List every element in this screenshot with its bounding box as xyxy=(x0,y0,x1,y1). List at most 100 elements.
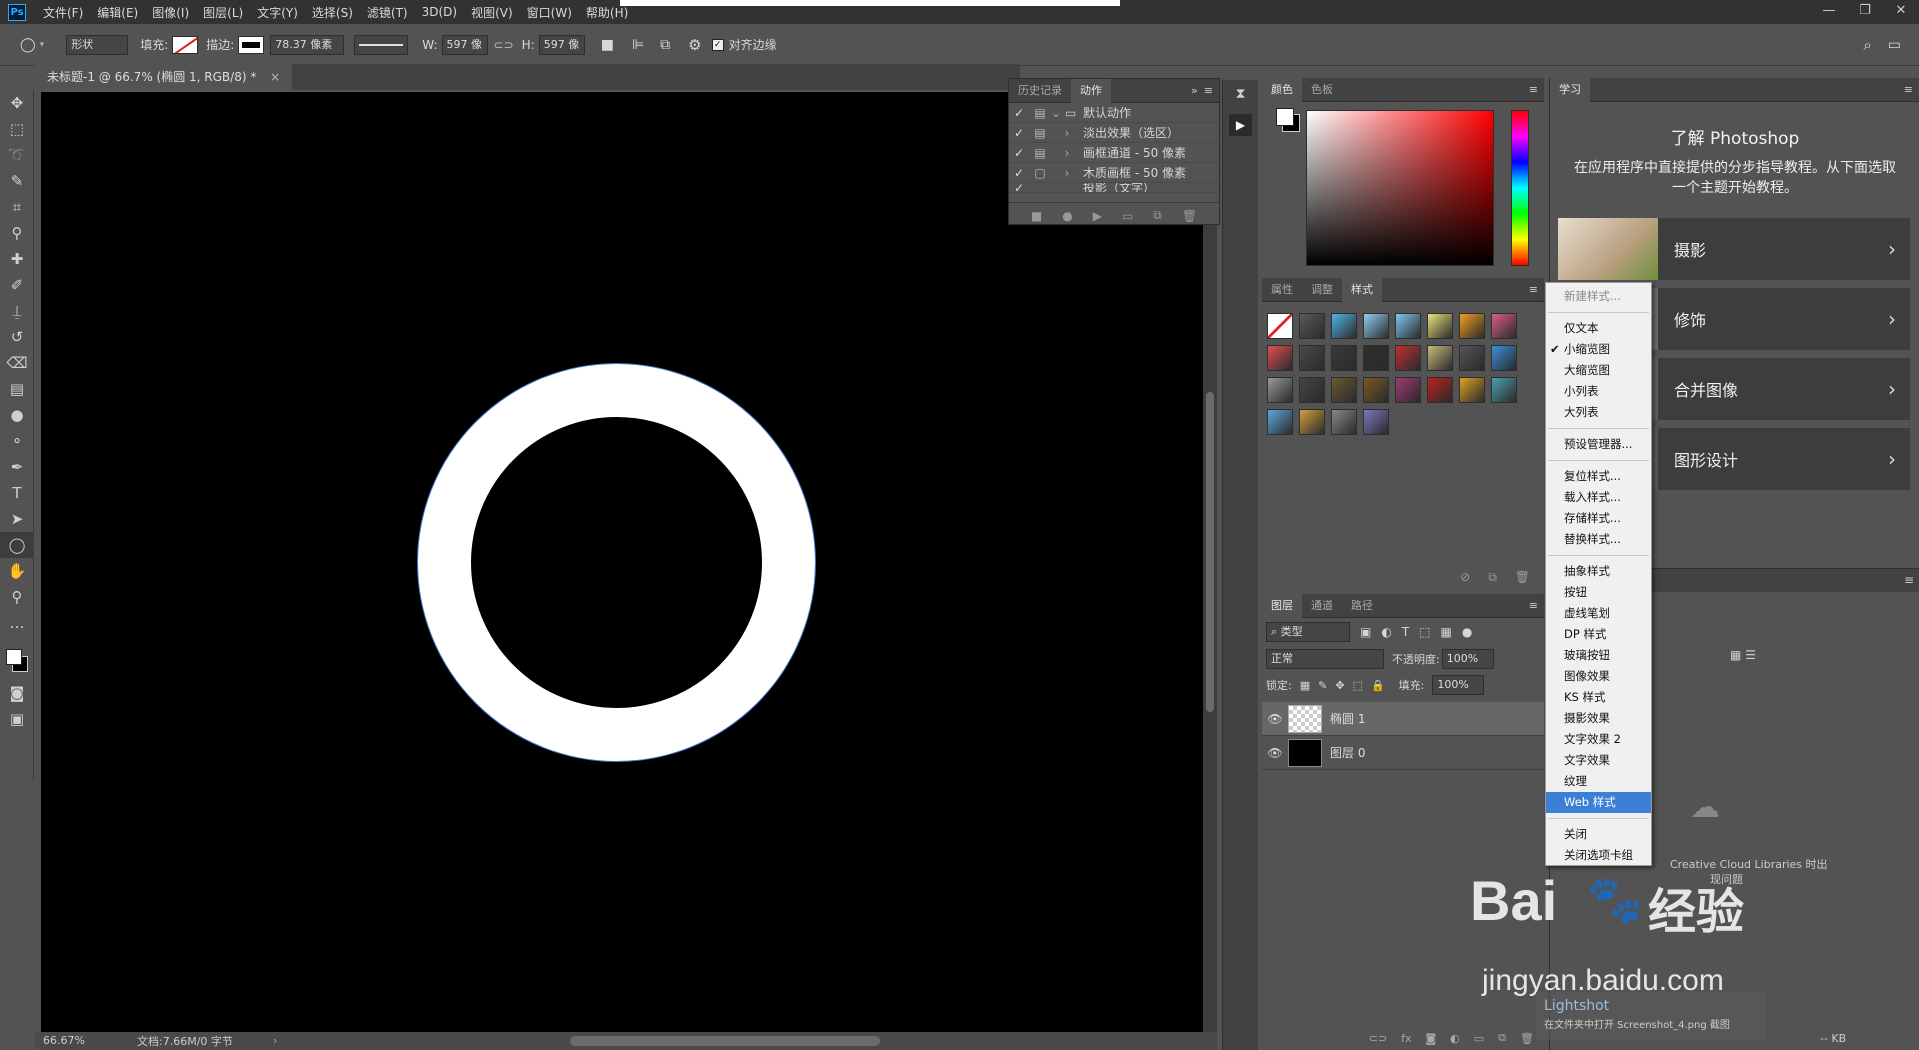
style-swatch[interactable] xyxy=(1296,406,1328,438)
new-layer-icon[interactable]: ⧉ xyxy=(1498,1031,1506,1045)
screen-mode-icon[interactable]: ▣ xyxy=(0,706,34,732)
style-swatch[interactable] xyxy=(1360,374,1392,406)
shape-mode-select[interactable]: 形状 xyxy=(66,34,129,55)
eyedropper-tool-icon[interactable]: ⚲ xyxy=(0,220,34,246)
dialog-toggle-icon[interactable]: ▤ xyxy=(1029,106,1051,120)
mask-icon[interactable]: ◙ xyxy=(1425,1032,1436,1045)
menu-item-preset-manager[interactable]: 预设管理器... xyxy=(1546,434,1651,455)
layer-thumbnail[interactable] xyxy=(1288,738,1322,767)
panel-menu-icon[interactable]: ≡ xyxy=(1904,83,1913,96)
menu-item-web-styles[interactable]: Web 样式 xyxy=(1546,792,1651,813)
menu-file[interactable]: 文件(F) xyxy=(36,4,90,21)
menu-item-text-only[interactable]: 仅文本 xyxy=(1546,318,1651,339)
restore-button[interactable]: ❐ xyxy=(1847,0,1883,24)
path-arrangement-icon[interactable]: ⧉ xyxy=(660,37,670,53)
menu-item-ks-styles[interactable]: KS 样式 xyxy=(1546,687,1651,708)
dialog-toggle-icon[interactable]: ▤ xyxy=(1029,126,1051,140)
chevron-right-icon[interactable]: › xyxy=(1051,126,1083,140)
layer-row[interactable]: 👁 图层 0 xyxy=(1262,736,1544,770)
lock-pixels-icon[interactable]: ✎ xyxy=(1318,679,1327,692)
group-icon[interactable]: ▭ xyxy=(1474,1032,1484,1045)
style-swatch[interactable] xyxy=(1424,342,1456,374)
stroke-type-select[interactable] xyxy=(354,34,409,55)
workspace-icon[interactable]: ▭ xyxy=(1888,37,1901,53)
move-tool-icon[interactable]: ✥ xyxy=(0,90,34,116)
tab-styles[interactable]: 样式 xyxy=(1342,277,1382,302)
stamp-tool-icon[interactable]: ⍊ xyxy=(0,298,34,324)
ellipse-ring-shape[interactable] xyxy=(418,364,815,761)
tab-learn[interactable]: 学习 xyxy=(1550,77,1590,102)
clear-style-icon[interactable]: ⊘ xyxy=(1460,570,1470,584)
dialog-toggle-icon[interactable]: ▤ xyxy=(1029,146,1051,160)
menu-item-close[interactable]: 关闭 xyxy=(1546,824,1651,845)
hue-slider[interactable] xyxy=(1511,110,1529,266)
trash-icon[interactable]: 🗑 xyxy=(1515,570,1530,584)
chevron-down-icon[interactable]: ▾ xyxy=(40,40,45,50)
menu-item-photographic-effects[interactable]: 摄影效果 xyxy=(1546,708,1651,729)
new-action-icon[interactable]: ⧉ xyxy=(1153,208,1162,223)
opacity-input[interactable]: 100% xyxy=(1441,649,1494,669)
type-tool-icon[interactable]: T xyxy=(0,480,34,506)
close-window-button[interactable]: ✕ xyxy=(1883,0,1919,24)
tab-paths[interactable]: 路径 xyxy=(1342,594,1382,618)
vertical-scrollbar[interactable] xyxy=(1203,92,1217,1032)
chevron-down-icon[interactable]: ⌄ xyxy=(1051,106,1065,120)
menu-item-new-style[interactable]: 新建样式... xyxy=(1546,286,1651,307)
style-swatch[interactable] xyxy=(1328,406,1360,438)
filter-adjust-icon[interactable]: ◐ xyxy=(1381,625,1391,639)
filter-toggle-icon[interactable]: ● xyxy=(1462,625,1472,639)
menu-item-save-styles[interactable]: 存储样式... xyxy=(1546,508,1651,529)
style-swatch[interactable] xyxy=(1328,342,1360,374)
marquee-tool-icon[interactable]: ⬚ xyxy=(0,116,34,142)
history-brush-icon[interactable]: ↺ xyxy=(0,324,34,350)
crop-tool-icon[interactable]: ⌗ xyxy=(0,194,34,220)
dodge-tool-icon[interactable]: ⚬ xyxy=(0,428,34,454)
panel-menu-icon[interactable]: ≡ xyxy=(1204,84,1213,97)
quick-mask-icon[interactable]: ◙ xyxy=(0,680,34,706)
layer-name[interactable]: 图层 0 xyxy=(1330,744,1365,761)
filter-smart-icon[interactable]: ▦ xyxy=(1441,625,1452,639)
ellipse-tool-icon[interactable]: ◯ xyxy=(0,532,34,558)
healing-brush-icon[interactable]: ✚ xyxy=(0,246,34,272)
history-panel-icon[interactable]: ⧗ xyxy=(1229,86,1252,108)
style-swatch[interactable] xyxy=(1360,406,1392,438)
foreground-color-swatch[interactable] xyxy=(6,649,22,665)
filter-type-icon[interactable]: T xyxy=(1402,625,1409,639)
menu-item-large-list[interactable]: 大列表 xyxy=(1546,402,1651,423)
action-row[interactable]: ✓ ▤ › 画框通道 - 50 像素 xyxy=(1009,143,1219,163)
menu-3d[interactable]: 3D(D) xyxy=(415,5,464,19)
dialog-toggle-icon[interactable]: ▢ xyxy=(1029,166,1051,180)
lock-artboard-icon[interactable]: ⬚ xyxy=(1353,679,1363,692)
menu-item-text-effects[interactable]: 文字效果 xyxy=(1546,750,1651,771)
style-swatch[interactable] xyxy=(1392,342,1424,374)
layer-kind-filter[interactable]: ⌕ 类型 xyxy=(1266,622,1350,642)
style-swatch[interactable] xyxy=(1488,310,1520,342)
menu-view[interactable]: 视图(V) xyxy=(464,4,520,21)
style-swatch[interactable] xyxy=(1264,310,1296,342)
menu-item-load-styles[interactable]: 载入样式... xyxy=(1546,487,1651,508)
stroke-width-input[interactable]: 78.37 像素 xyxy=(270,34,345,55)
search-icon[interactable]: ⌕ xyxy=(1863,36,1871,54)
menu-filter[interactable]: 滤镜(T) xyxy=(360,4,415,21)
align-edges-checkbox[interactable]: ✓ xyxy=(711,38,724,51)
eye-icon[interactable]: 👁 xyxy=(1262,746,1288,760)
width-input[interactable]: 597 像 xyxy=(441,34,488,55)
action-row[interactable]: ✓ ▢ › 木质画框 - 50 像素 xyxy=(1009,163,1219,183)
menu-item-image-effects[interactable]: 图像效果 xyxy=(1546,666,1651,687)
menu-item-abstract-styles[interactable]: 抽象样式 xyxy=(1546,561,1651,582)
gear-icon[interactable]: ⚙ xyxy=(688,36,701,54)
horizontal-scroll-thumb[interactable] xyxy=(570,1036,880,1046)
style-swatch[interactable] xyxy=(1488,374,1520,406)
filter-pixel-icon[interactable]: ▣ xyxy=(1360,625,1371,639)
color-swatches[interactable] xyxy=(0,636,34,680)
minimize-button[interactable]: — xyxy=(1811,0,1847,24)
document-tab[interactable]: 未标题-1 @ 66.7% (椭圆 1, RGB/8) * × xyxy=(35,64,293,90)
menu-item-textures[interactable]: 纹理 xyxy=(1546,771,1651,792)
path-operations-icon[interactable]: ■ xyxy=(601,37,614,53)
menu-item-large-thumbnail[interactable]: 大缩览图 xyxy=(1546,360,1651,381)
style-swatch[interactable] xyxy=(1456,310,1488,342)
trash-icon[interactable]: 🗑 xyxy=(1182,209,1197,223)
style-swatch[interactable] xyxy=(1264,342,1296,374)
style-swatch[interactable] xyxy=(1296,342,1328,374)
style-swatch[interactable] xyxy=(1488,342,1520,374)
